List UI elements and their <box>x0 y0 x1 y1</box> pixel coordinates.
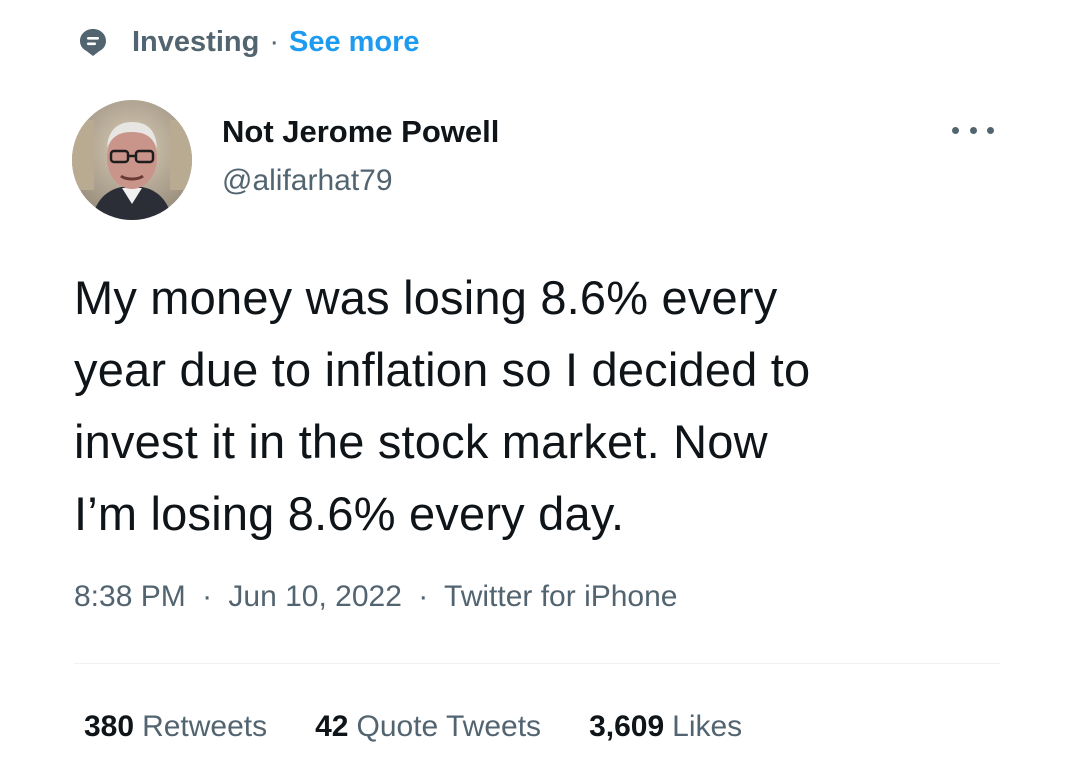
tweet-date[interactable]: Jun 10, 2022 <box>228 580 401 613</box>
tweet-line: invest it in the stock market. Now <box>74 415 768 468</box>
retweets-stat[interactable]: 380 Retweets <box>84 710 267 744</box>
more-horizontal-icon <box>952 126 959 134</box>
tweet-line: I’m losing 8.6% every day. <box>74 487 625 540</box>
meta-separator: · <box>202 580 213 613</box>
tweet-stats: 380 Retweets 42 Quote Tweets 3,609 Likes <box>84 710 790 744</box>
tweet-line: My money was losing 8.6% every <box>74 271 778 324</box>
tweet-meta: 8:38 PM · Jun 10, 2022 · Twitter for iPh… <box>74 580 677 614</box>
tweet-source: Twitter for iPhone <box>444 580 678 613</box>
quote-tweets-count: 42 <box>315 710 349 743</box>
quote-tweets-stat[interactable]: 42 Quote Tweets <box>315 710 541 744</box>
tweet-time[interactable]: 8:38 PM <box>74 580 186 613</box>
likes-count: 3,609 <box>589 710 665 743</box>
avatar[interactable] <box>72 100 192 220</box>
more-dot <box>987 126 994 134</box>
likes-stat[interactable]: 3,609 Likes <box>589 710 742 744</box>
more-options-button[interactable] <box>952 120 994 140</box>
retweets-count: 380 <box>84 710 135 743</box>
display-name[interactable]: Not Jerome Powell <box>222 114 499 150</box>
tweet-text: My money was losing 8.6% every year due … <box>74 262 1004 550</box>
topic-separator: · <box>269 25 279 58</box>
divider <box>74 663 1000 664</box>
likes-label: Likes <box>672 710 743 743</box>
see-more-link[interactable]: See more <box>289 26 420 59</box>
topic-label[interactable]: Investing <box>132 26 259 59</box>
tweet-line: year due to inflation so I decided to <box>74 343 811 396</box>
topic-icon <box>78 27 108 57</box>
topic-row: Investing · See more <box>78 22 420 62</box>
retweets-label: Retweets <box>142 710 268 743</box>
meta-separator: · <box>418 580 429 613</box>
more-dot <box>969 126 977 134</box>
user-handle[interactable]: @alifarhat79 <box>222 164 393 198</box>
tweet-header: Not Jerome Powell @alifarhat79 <box>72 100 1012 220</box>
quote-tweets-label: Quote Tweets <box>356 710 542 743</box>
